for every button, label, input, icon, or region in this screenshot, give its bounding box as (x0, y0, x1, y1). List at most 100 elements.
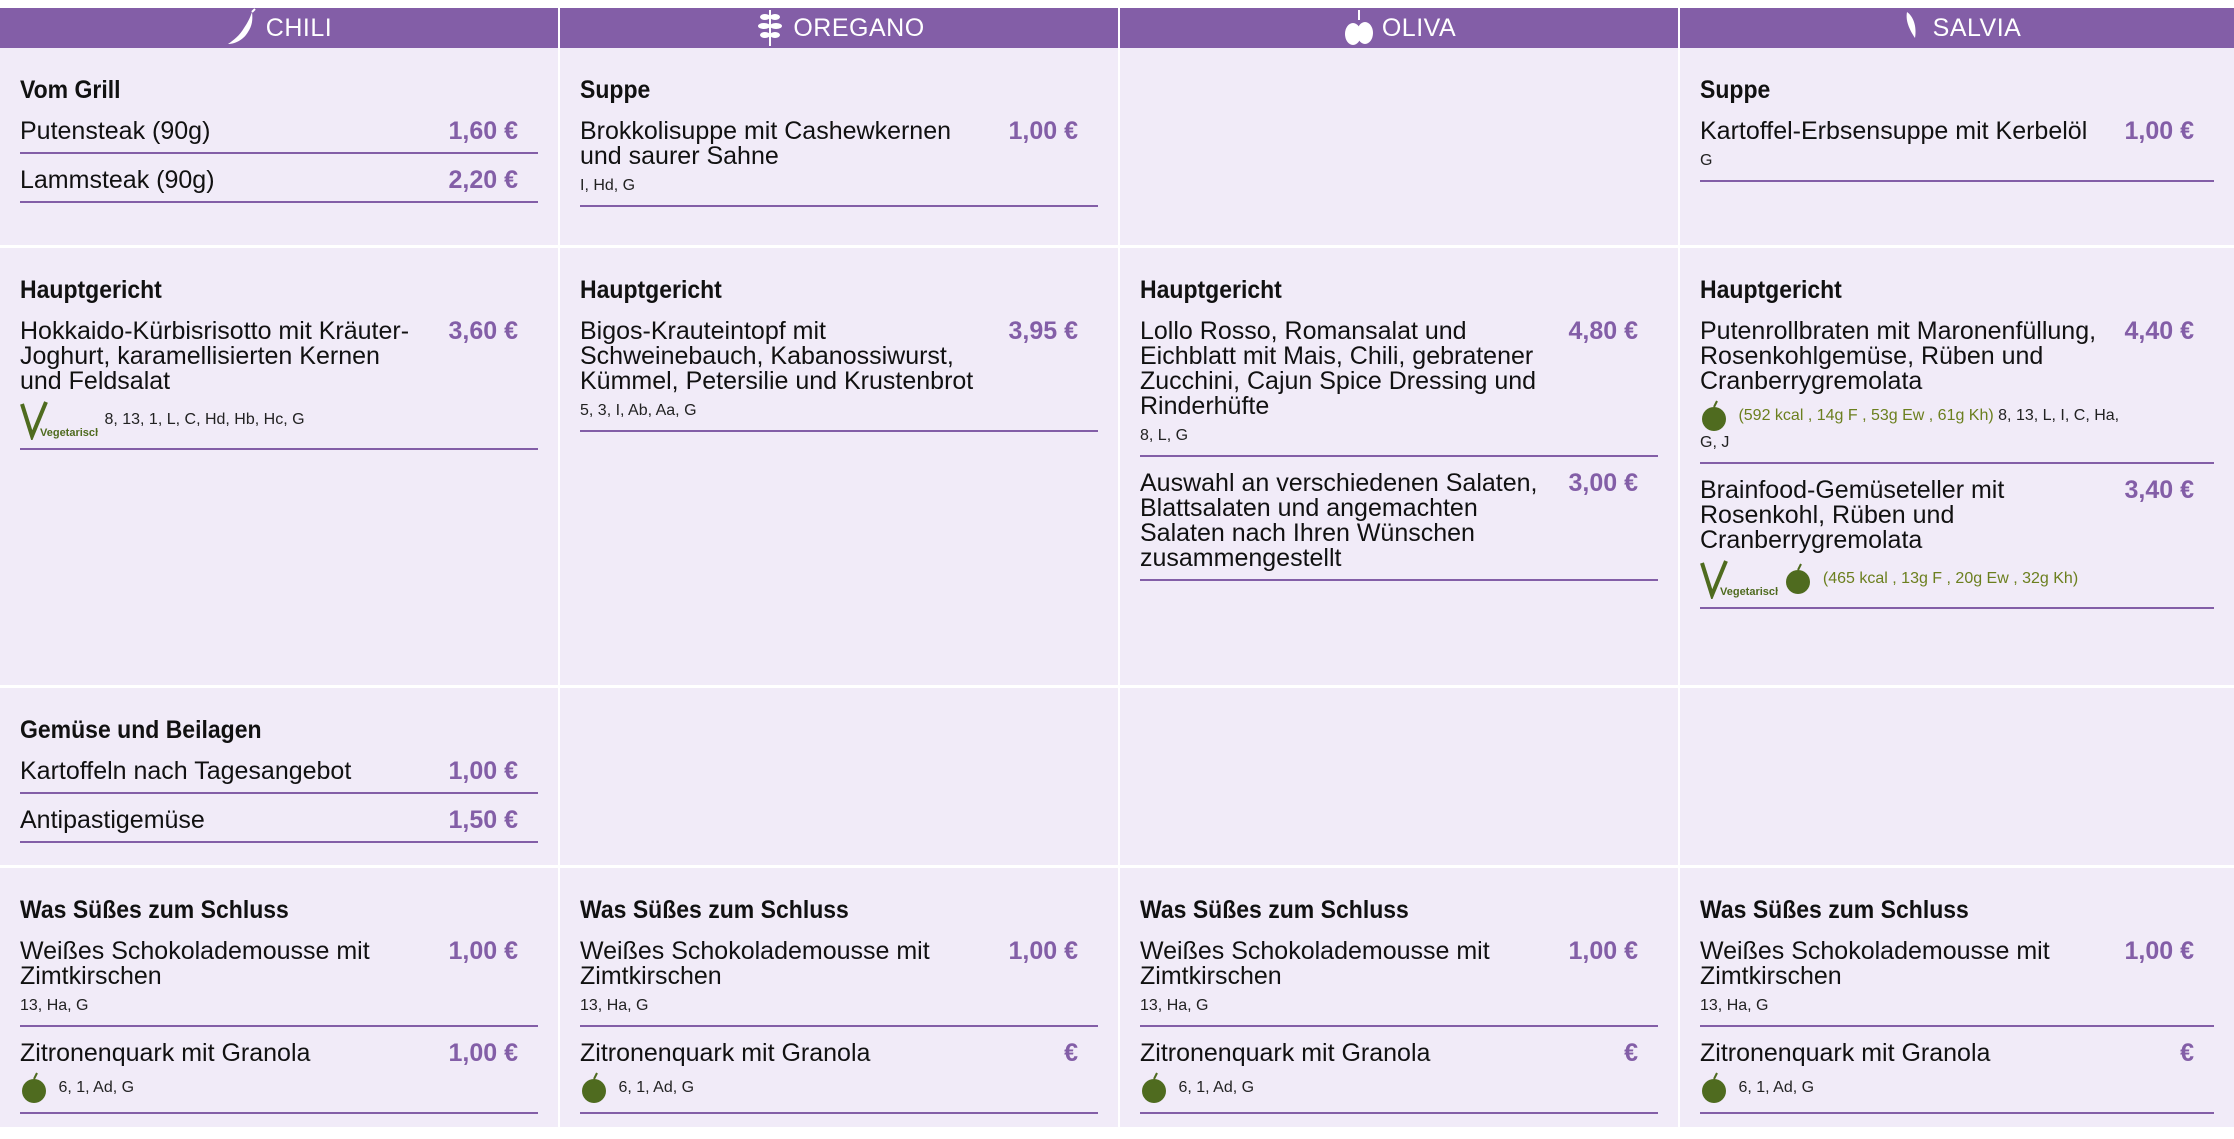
chili-dessert-cell: Was Süßes zum Schluss Weißes Schokoladem… (0, 868, 560, 1130)
salvia-soup-cell: Suppe Kartoffel-Erbsensuppe mit Kerbelöl… (1680, 48, 2234, 248)
chili-grill-cell: Vom Grill Putensteak (90g) 1,60 € Lammst… (0, 48, 560, 248)
menu-item: Antipastigemüse 1,50 € (20, 808, 538, 843)
apple-icon (1142, 1072, 1166, 1103)
menu-item: Putensteak (90g) 1,60 € (20, 119, 538, 154)
menu-item: Hokkaido-Kürbisrisotto mit Kräuter-Joghu… (20, 319, 538, 450)
menu-item: Zitronenquark mit Granola 6, 1, Ad, G € (1140, 1041, 1658, 1114)
allergens: 8, L, G (1140, 427, 1189, 444)
dish-name: Hokkaido-Kürbisrisotto mit Kräuter-Joghu… (20, 317, 410, 395)
column-title: OREGANO (793, 13, 925, 42)
allergens: 6, 1, Ad, G (618, 1079, 695, 1097)
oregano-sprig-icon (758, 10, 783, 46)
section-title: Suppe (580, 76, 651, 104)
vegetarian-badge-text: Vegetarisch (1720, 586, 1778, 598)
dish-name: Lollo Rosso, Romansalat und Eichblatt mi… (1140, 317, 1537, 420)
oregano-main-cell: Hauptgericht Bigos-Krauteintopf mit Schw… (560, 248, 1120, 688)
dish-price: 1,00 € (2124, 117, 2194, 145)
dish-price: 2,20 € (448, 166, 518, 194)
dish-price: € (2180, 1039, 2194, 1067)
dish-name: Zitronenquark mit Granola (20, 1039, 311, 1067)
apple-icon (22, 1072, 46, 1103)
section-title: Gemüse und Beilagen (20, 716, 262, 744)
dish-price: € (1624, 1039, 1638, 1067)
menu-item: Kartoffeln nach Tagesangebot 1,00 € (20, 759, 538, 794)
oregano-soup-cell: Suppe Brokkolisuppe mit Cashewkernen und… (560, 48, 1120, 248)
vegetarian-badge-text: Vegetarisch (40, 427, 98, 439)
dish-price: 1,50 € (448, 806, 518, 834)
menu-item: Lammsteak (90g) 2,20 € (20, 168, 538, 203)
salvia-empty-cell (1680, 688, 2234, 868)
dish-name: Zitronenquark mit Granola (580, 1039, 871, 1067)
chili-sides-cell: Gemüse und Beilagen Kartoffeln nach Tage… (0, 688, 560, 868)
column-header-oregano: OREGANO (560, 8, 1120, 48)
allergens: 5, 3, I, Ab, Aa, G (580, 402, 697, 419)
dish-name: Auswahl an verschiedenen Salaten, Blatts… (1140, 469, 1538, 572)
nutrition-info: (465 kcal , 13g F , 20g Ew , 32g Kh) (1822, 570, 2079, 588)
menu-item: Brokkolisuppe mit Cashewkernen und saure… (580, 119, 1098, 207)
oliva-empty-cell (1120, 48, 1680, 248)
dish-price: 1,00 € (448, 1039, 518, 1067)
dish-price: 3,60 € (448, 317, 518, 345)
apple-icon (1702, 1072, 1726, 1103)
section-title: Was Süßes zum Schluss (20, 896, 289, 924)
dish-name: Zitronenquark mit Granola (1140, 1039, 1431, 1067)
allergens: I, Hd, G (580, 177, 636, 194)
menu-item: Putenrollbraten mit Maronenfüllung, Rose… (1700, 319, 2214, 464)
column-header-oliva: OLIVA (1120, 8, 1680, 48)
sage-leaf-icon (1906, 12, 1916, 38)
vegetarian-badge-icon: Vegetarisch (20, 401, 98, 440)
dish-name: Putensteak (90g) (20, 117, 211, 145)
menu-item: Weißes Schokolademousse mit Zimtkirschen… (20, 939, 538, 1027)
section-title: Hauptgericht (1700, 276, 1842, 304)
menu-item: Lollo Rosso, Romansalat und Eichblatt mi… (1140, 319, 1658, 457)
nutrition-info: (592 kcal , 14g F , 53g Ew , 61g Kh) (1738, 407, 1994, 425)
dish-price: 1,00 € (1008, 937, 1078, 965)
dish-price: 3,95 € (1008, 317, 1078, 345)
dish-name: Brokkolisuppe mit Cashewkernen und saure… (580, 117, 952, 170)
dish-name: Zitronenquark mit Granola (1700, 1039, 1991, 1067)
dish-name: Brainfood-Gemüseteller mit Rosenkohl, Rü… (1700, 476, 2005, 554)
dish-price: 3,40 € (2124, 476, 2194, 504)
column-title: CHILI (265, 13, 333, 42)
section-title: Was Süßes zum Schluss (580, 896, 849, 924)
dish-name: Weißes Schokolademousse mit Zimtkirschen (1700, 937, 2050, 990)
dish-price: 1,00 € (2124, 937, 2194, 965)
column-header-chili: CHILI (0, 8, 560, 48)
salvia-main-cell: Hauptgericht Putenrollbraten mit Maronen… (1680, 248, 2234, 688)
dish-name: Weißes Schokolademousse mit Zimtkirschen (20, 937, 370, 990)
olive-icon (1344, 10, 1373, 45)
allergens: G (1700, 152, 1713, 169)
salvia-dessert-cell: Was Süßes zum Schluss Weißes Schokoladem… (1680, 868, 2234, 1130)
allergens: 13, Ha, G (580, 997, 649, 1014)
dish-price: 4,80 € (1568, 317, 1638, 345)
chili-main-cell: Hauptgericht Hokkaido-Kürbisrisotto mit … (0, 248, 560, 688)
dish-name: Kartoffel-Erbsensuppe mit Kerbelöl (1700, 117, 2088, 145)
dish-price: 1,00 € (448, 757, 518, 785)
dish-price: 3,00 € (1568, 469, 1638, 497)
oliva-main-cell: Hauptgericht Lollo Rosso, Romansalat und… (1120, 248, 1680, 688)
dish-name: Bigos-Krauteintopf mit Schweinebauch, Ka… (580, 317, 974, 395)
oliva-dessert-cell: Was Süßes zum Schluss Weißes Schokoladem… (1120, 868, 1680, 1130)
dish-price: 1,00 € (448, 937, 518, 965)
allergens: 13, Ha, G (1700, 997, 1769, 1014)
allergens: 6, 1, Ad, G (58, 1079, 135, 1097)
menu-item: Bigos-Krauteintopf mit Schweinebauch, Ka… (580, 319, 1098, 432)
section-title: Vom Grill (20, 76, 121, 104)
section-title: Hauptgericht (1140, 276, 1282, 304)
menu-item: Zitronenquark mit Granola 6, 1, Ad, G € (580, 1041, 1098, 1114)
dish-name: Putenrollbraten mit Maronenfüllung, Rose… (1700, 317, 2097, 395)
section-title: Was Süßes zum Schluss (1140, 896, 1409, 924)
menu-item: Weißes Schokolademousse mit Zimtkirschen… (580, 939, 1098, 1027)
dish-name: Kartoffeln nach Tagesangebot (20, 757, 352, 785)
dish-name: Lammsteak (90g) (20, 166, 215, 194)
dish-price: € (1064, 1039, 1078, 1067)
dish-name: Weißes Schokolademousse mit Zimtkirschen (1140, 937, 1490, 990)
dish-name: Antipastigemüse (20, 806, 205, 834)
allergens: 6, 1, Ad, G (1738, 1079, 1815, 1097)
apple-icon (1702, 400, 1726, 431)
allergens: 13, Ha, G (20, 997, 89, 1014)
menu-board: CHILI OREGANO OLIVA SALVIA Vom Grill Put… (0, 8, 2234, 1139)
column-title: OLIVA (1381, 13, 1457, 42)
oregano-empty-cell (560, 688, 1120, 868)
section-title: Hauptgericht (20, 276, 162, 304)
